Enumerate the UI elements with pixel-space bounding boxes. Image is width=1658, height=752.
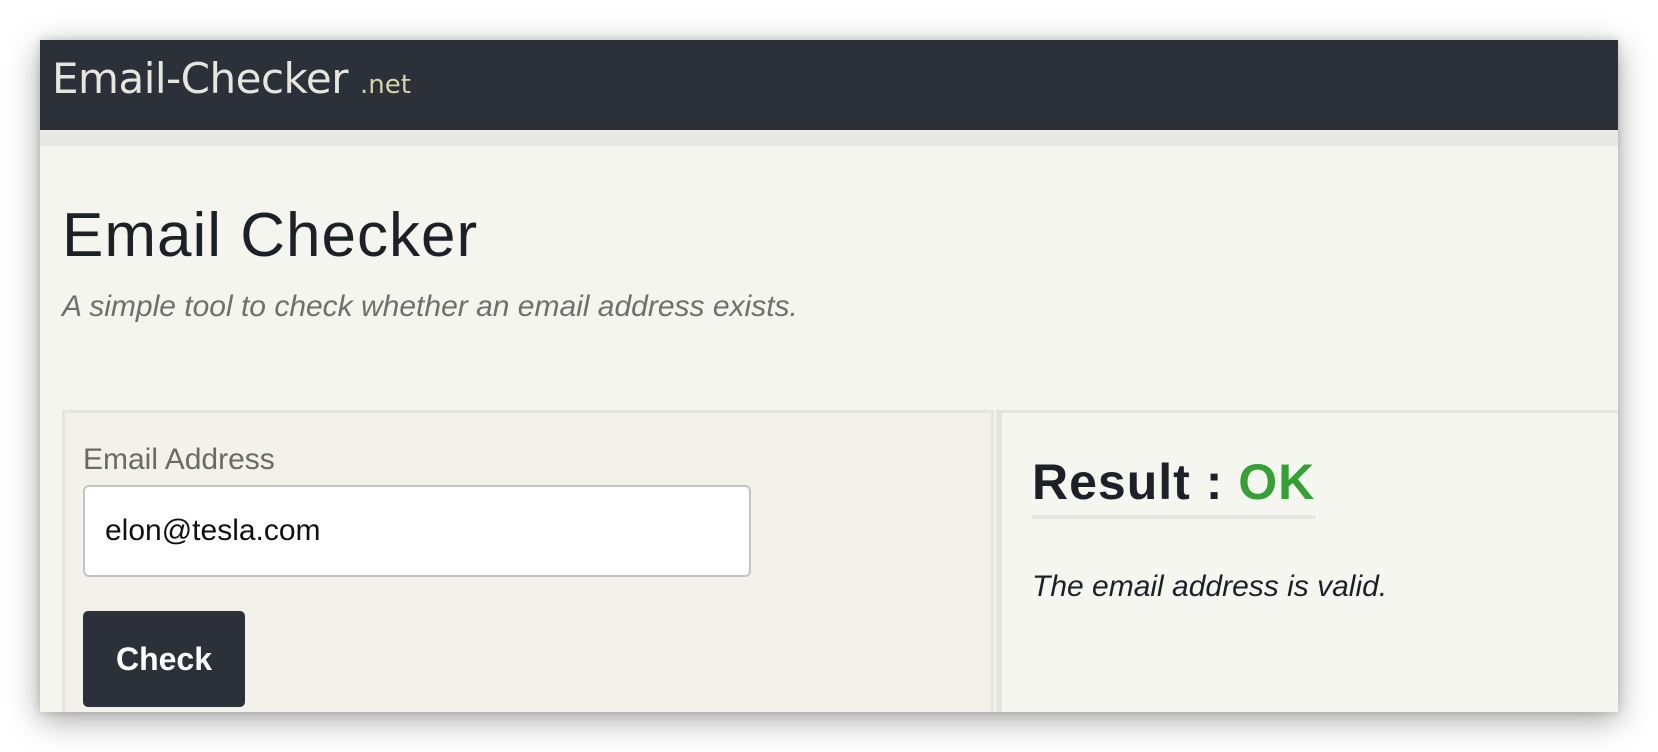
logo-tld-text: .net [360,70,411,100]
result-status: OK [1238,454,1316,510]
site-logo[interactable]: Email-Checker .net [52,54,411,103]
navbar-divider [40,130,1618,146]
browser-page: Email-Checker .net Email Checker A simple… [40,40,1618,712]
result-message: The email address is valid. [1032,570,1388,603]
page-title: Email Checker [62,201,479,270]
result-label: Result : [1032,454,1239,510]
result-panel: Result : OK The email address is valid. [996,410,1618,712]
email-address-label: Email Address [83,443,275,476]
check-button[interactable]: Check [83,611,245,707]
email-address-input[interactable] [83,485,751,577]
check-form-panel: Email Address Check [62,410,994,712]
navbar: Email-Checker .net [40,40,1618,130]
page-subtitle: A simple tool to check whether an email … [62,290,798,323]
logo-main-text: Email-Checker [52,54,349,103]
result-heading: Result : OK [1032,453,1316,519]
